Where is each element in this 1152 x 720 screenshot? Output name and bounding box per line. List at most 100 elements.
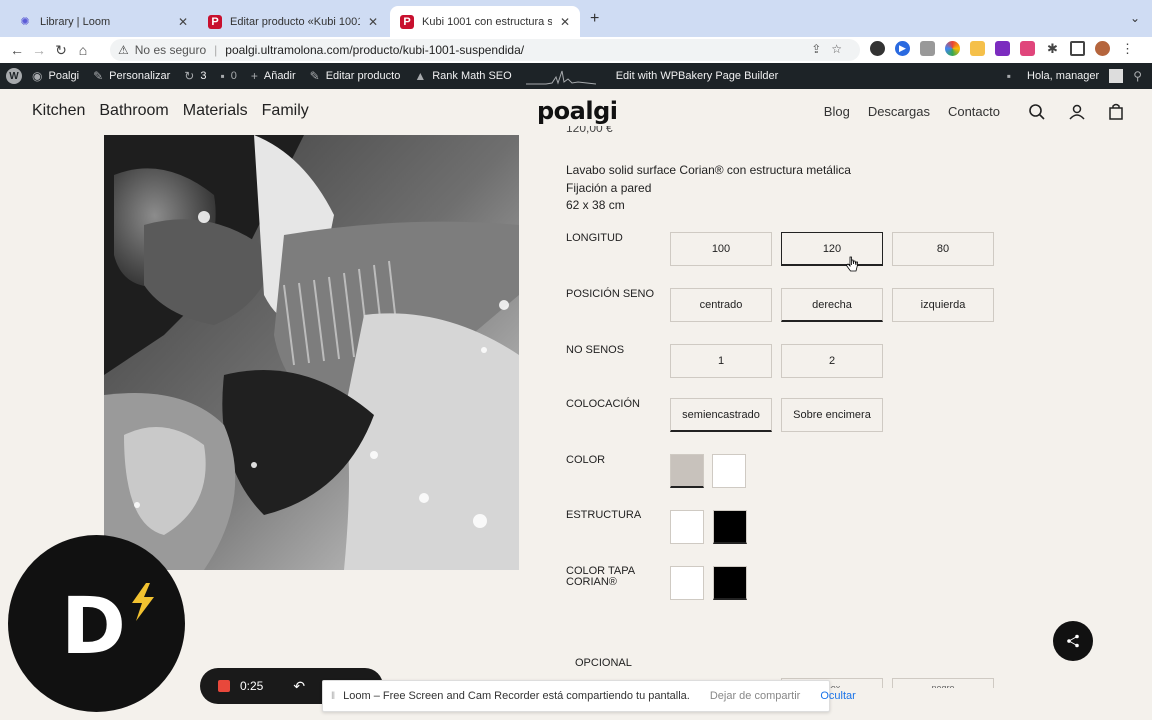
tab-kubi-product[interactable]: P Kubi 1001 con estructura susp ✕ (390, 6, 580, 37)
nav-item-bathroom[interactable]: Bathroom (99, 102, 168, 120)
camera-icon[interactable] (920, 41, 935, 56)
option-senos-1[interactable]: 1 (670, 344, 772, 378)
loom-camera-bubble[interactable]: D (8, 535, 185, 712)
loom-icon: ✺ (20, 16, 30, 28)
option-label-posicion: POSICIÓN SENO (566, 288, 655, 300)
brand-logo-letter: D (61, 581, 126, 672)
product-photo (104, 135, 519, 570)
nav-item-family[interactable]: Family (262, 102, 309, 120)
option-posicion-izquierda[interactable]: izquierda (892, 288, 994, 322)
puzzle-icon[interactable]: ✱ (1045, 41, 1060, 56)
sidepanel-icon[interactable] (1070, 41, 1085, 56)
plus-icon: + (250, 69, 258, 83)
product-image[interactable] (104, 135, 519, 570)
tab-edit-product[interactable]: P Editar producto «Kubi 1001 con ✕ (198, 6, 388, 37)
admin-rankmath-link[interactable]: ▲ Rank Math SEO (414, 69, 511, 83)
admin-wpbakery-label: Edit with WPBakery Page Builder (615, 70, 779, 82)
option-label-colocacion: COLOCACIÓN (566, 398, 640, 410)
tab-title: Library | Loom (40, 15, 111, 28)
undo-icon[interactable]: ↶ (293, 678, 305, 695)
nav-item-blog[interactable]: Blog (824, 104, 850, 119)
search-icon[interactable] (1028, 103, 1046, 121)
extension-icon[interactable] (870, 41, 885, 56)
stop-sharing-button[interactable]: Dejar de compartir (710, 690, 800, 702)
avatar[interactable] (1095, 41, 1110, 56)
swatch-tapa-white[interactable] (670, 566, 704, 600)
swatch-color-white[interactable] (712, 454, 746, 488)
drag-handle[interactable]: ‖ (331, 691, 335, 702)
warning-icon[interactable]: ⚠ (118, 43, 129, 57)
option-longitud-80[interactable]: 80 (892, 232, 994, 266)
recording-timer: 0:25 (240, 679, 264, 693)
hide-button[interactable]: Ocultar (820, 690, 855, 702)
extension-icon[interactable] (1020, 41, 1035, 56)
stats-sparkline[interactable] (525, 67, 596, 85)
option-colocacion-sobre-encimera[interactable]: Sobre encimera (781, 398, 883, 432)
share-button[interactable] (1053, 621, 1093, 661)
extension-icon[interactable] (995, 41, 1010, 56)
option-opcional-negro[interactable]: negro (892, 678, 994, 688)
header-icons (1028, 103, 1124, 121)
extension-icon[interactable]: ▶ (895, 41, 910, 56)
wp-admin-bar: W ◉ Poalgi ✎ Personalizar ↻ 3 ▪ 0 + Añadir ✎ E… (0, 63, 1152, 89)
admin-site-link[interactable]: ◉ Poalgi (32, 69, 79, 83)
swatch-tapa-black[interactable] (713, 566, 747, 600)
bookmark-icons[interactable]: ⇪☆ (811, 42, 852, 56)
admin-customize-label: Personalizar (109, 70, 171, 82)
swatch-color-grey[interactable] (670, 454, 704, 488)
admin-updates-count: 3 (200, 70, 207, 82)
product-description: Lavabo solid surface Corian® con estruct… (566, 162, 851, 215)
admin-add-link[interactable]: + Añadir (251, 69, 296, 83)
extension-icon[interactable] (970, 41, 985, 56)
url-text[interactable]: poalgi.ultramolona.com/producto/kubi-100… (225, 43, 524, 57)
new-tab-icon[interactable]: + (590, 10, 599, 28)
back-icon[interactable]: ← (6, 42, 28, 58)
tab-title: Kubi 1001 con estructura susp (422, 15, 552, 28)
option-colocacion-semiencastrado[interactable]: semiencastrado (670, 398, 772, 432)
nav-item-descargas[interactable]: Descargas (868, 104, 930, 119)
option-label-color: COLOR (566, 454, 606, 466)
site-logo[interactable]: poalgi (537, 97, 618, 125)
option-senos-2[interactable]: 2 (781, 344, 883, 378)
nav-item-kitchen[interactable]: Kitchen (32, 102, 85, 120)
url-input[interactable]: ⚠ No es seguro | poalgi.ultramolona.com/… (110, 39, 860, 61)
admin-customize-link[interactable]: ✎ Personalizar (93, 69, 170, 83)
browser-tab-bar: ✺ Library | Loom ✕ P Editar producto «Ku… (0, 0, 1152, 37)
avatar[interactable] (1109, 69, 1124, 83)
admin-updates-link[interactable]: ↻ 3 (184, 69, 206, 83)
cart-icon[interactable] (1108, 103, 1124, 121)
option-posicion-centrado[interactable]: centrado (670, 288, 772, 322)
share-icon (1067, 634, 1079, 648)
option-posicion-derecha[interactable]: derecha (781, 288, 883, 322)
chrome-icon[interactable] (945, 41, 960, 56)
swatch-estructura-white[interactable] (670, 510, 704, 544)
close-icon[interactable]: ✕ (368, 15, 378, 29)
forward-icon[interactable]: → (28, 42, 50, 58)
chevron-down-icon[interactable]: ⌄ (1130, 11, 1140, 25)
tab-loom-library[interactable]: ✺ Library | Loom ✕ (8, 6, 198, 37)
notification-icon[interactable]: ▪ (1007, 69, 1011, 83)
reload-icon[interactable]: ↻ (50, 42, 72, 59)
option-longitud-120[interactable]: 120 (781, 232, 883, 266)
admin-edit-label: Editar producto (325, 70, 401, 82)
home-icon[interactable]: ⌂ (72, 42, 94, 58)
stop-record-button[interactable] (218, 680, 230, 692)
security-label[interactable]: No es seguro (135, 43, 206, 57)
option-longitud-100[interactable]: 100 (670, 232, 772, 266)
account-icon[interactable] (1068, 103, 1086, 121)
admin-greeting[interactable]: Hola, manager (1027, 70, 1099, 82)
nav-item-contacto[interactable]: Contacto (948, 104, 1000, 119)
search-icon[interactable]: ⚲ (1133, 69, 1142, 83)
admin-comments-count: 0 (230, 70, 237, 82)
description-line: Fijación a pared (566, 180, 652, 195)
admin-comments-link[interactable]: ▪ 0 (220, 69, 236, 83)
admin-edit-link[interactable]: ✎ Editar producto (310, 69, 401, 83)
swatch-estructura-black[interactable] (713, 510, 747, 544)
close-icon[interactable]: ✕ (178, 15, 188, 29)
nav-item-materials[interactable]: Materials (183, 102, 248, 120)
more-icon[interactable]: ⋮ (1120, 41, 1135, 56)
admin-wpbakery-link[interactable]: Edit with WPBakery Page Builder (616, 70, 779, 82)
wordpress-icon[interactable]: W (6, 68, 22, 84)
close-icon[interactable]: ✕ (560, 15, 570, 29)
admin-site-label: Poalgi (48, 70, 80, 82)
